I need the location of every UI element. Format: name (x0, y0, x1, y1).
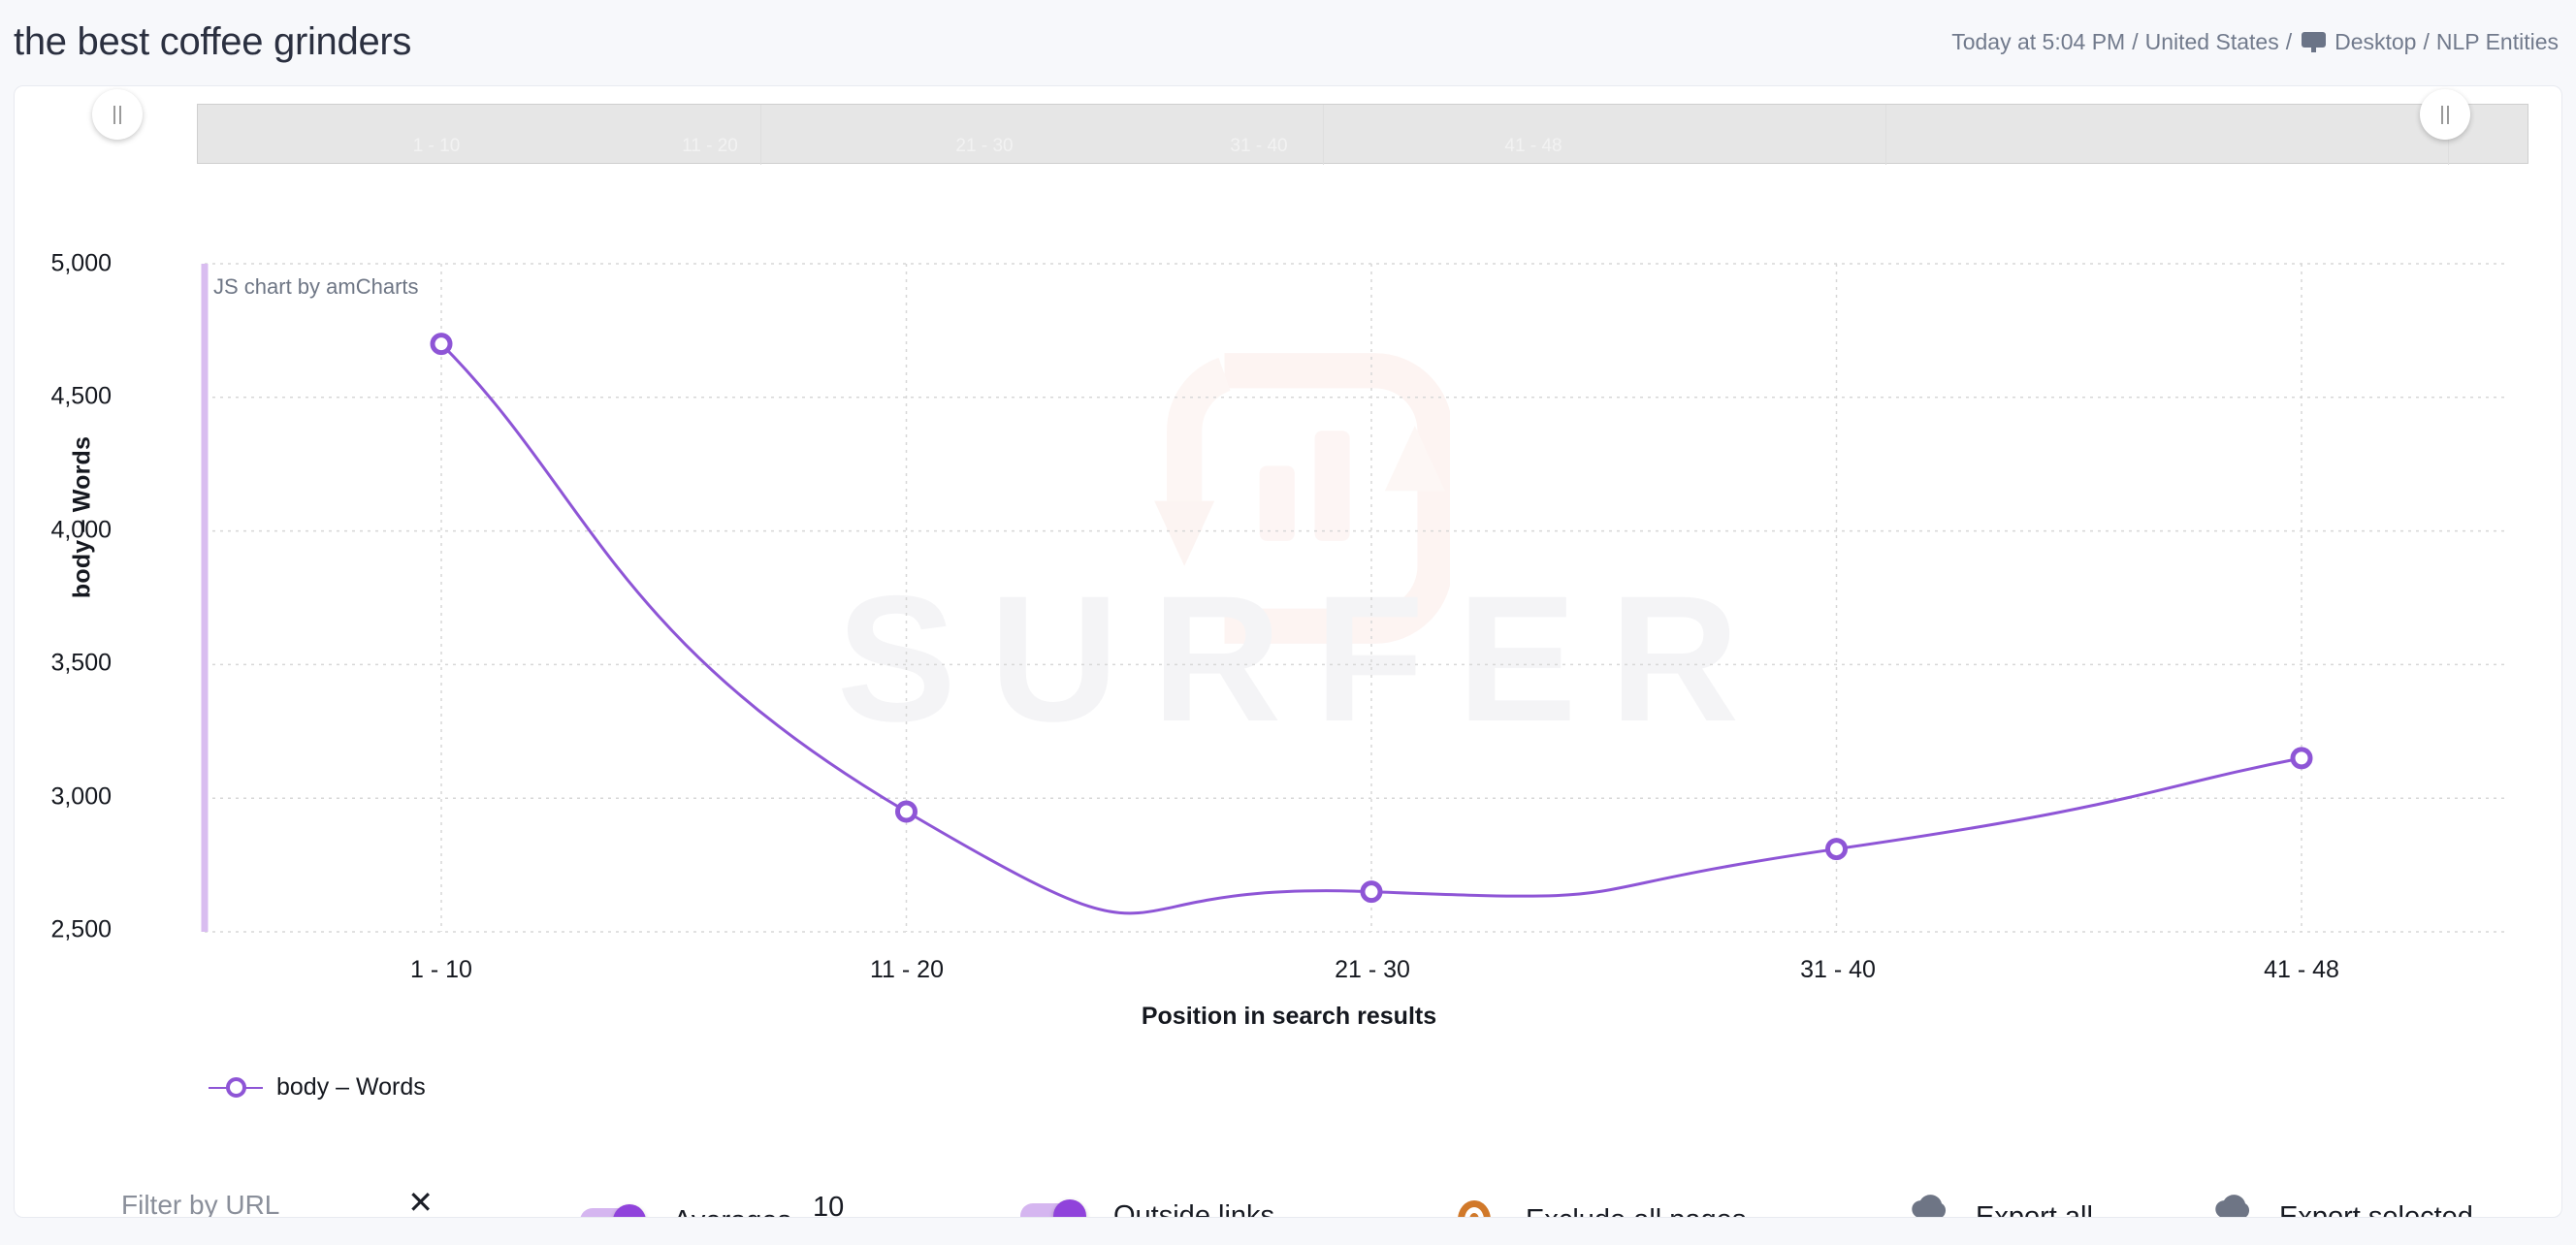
clear-filter-button[interactable]: ✕ (402, 1186, 439, 1217)
data-point[interactable] (895, 800, 918, 823)
chart-plot-area (201, 263, 2505, 933)
monitor-icon (2302, 31, 2327, 52)
averages-toggle[interactable] (580, 1204, 652, 1217)
averages-label: Averages (673, 1205, 791, 1218)
page-title: the best coffee grinders (14, 19, 412, 63)
filter-by-url-group: ✕ (115, 1187, 449, 1217)
line-chart: JS chart by amCharts body – Words Positi… (15, 86, 2561, 1217)
header-separator-3: / (2423, 28, 2430, 54)
chart-card: 1 - 10 11 - 20 21 - 30 31 - 40 41 - 48 S… (14, 85, 2562, 1218)
header-meta: Today at 5:04 PM / United States / Deskt… (1951, 29, 2559, 55)
exclude-all-pages-label: Exclude all pages (1526, 1204, 1746, 1218)
outside-links-group: Outside links (1020, 1199, 1275, 1218)
export-selected-label: Export selected (2279, 1200, 2473, 1218)
eye-icon (1454, 1199, 1495, 1217)
header-separator-2: / (2285, 28, 2293, 54)
header-country: United States (2144, 28, 2279, 54)
averages-value-group (811, 1192, 879, 1217)
page-header: the best coffee grinders Today at 5:04 P… (0, 0, 2576, 83)
outside-links-toggle[interactable] (1020, 1199, 1092, 1217)
header-device: Desktop (2334, 28, 2417, 54)
chart-gridlines (205, 263, 2505, 933)
exclude-all-pages-button[interactable]: Exclude all pages (1454, 1199, 1746, 1218)
app-root: the best coffee grinders Today at 5:04 P… (0, 0, 2576, 1245)
search-input[interactable] (115, 1190, 449, 1217)
data-point[interactable] (430, 333, 453, 356)
cloud-download-icon (1912, 1195, 1947, 1217)
export-all-label: Export all (1976, 1200, 2093, 1218)
averages-value-input[interactable] (811, 1192, 879, 1217)
export-all-button[interactable]: Export all (1908, 1195, 2093, 1218)
cloud-download-icon (2215, 1195, 2250, 1217)
data-point[interactable] (2290, 747, 2313, 770)
chart-legend[interactable]: body – Words (209, 1073, 426, 1101)
data-point[interactable] (1360, 880, 1383, 904)
averages-group: Averages (580, 1192, 879, 1218)
export-selected-button[interactable]: Export selected (2211, 1195, 2473, 1218)
data-point[interactable] (1825, 838, 1848, 861)
outside-links-label: Outside links (1113, 1199, 1275, 1218)
header-separator-1: / (2132, 28, 2139, 54)
header-mode: NLP Entities (2435, 28, 2559, 54)
legend-marker-icon (209, 1077, 263, 1098)
legend-label: body – Words (276, 1073, 426, 1101)
header-time: Today at 5:04 PM (1951, 28, 2126, 54)
